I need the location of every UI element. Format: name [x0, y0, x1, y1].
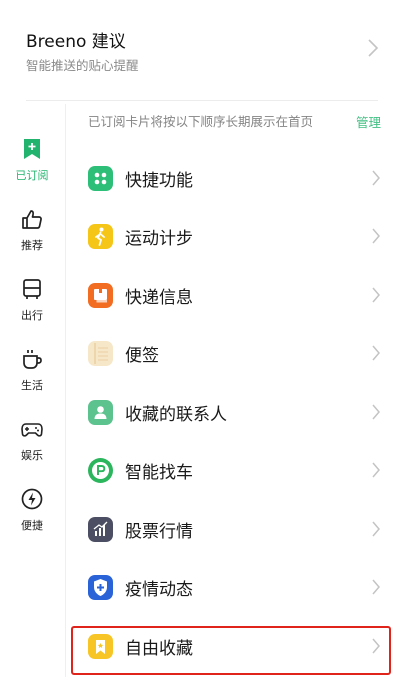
subscribed-card-list: 已订阅卡片将按以下顺序长期展示在首页 管理 快捷功能 运动计步 快递信息 便签 … — [66, 104, 406, 677]
parking-icon — [88, 458, 113, 483]
sidebar-item-label: 生活 — [21, 379, 43, 392]
thumbs-up-icon — [22, 210, 42, 229]
coffee-cup-icon — [23, 350, 42, 369]
card-label: 智能找车 — [125, 463, 193, 483]
chevron-right-icon — [372, 404, 380, 420]
divider — [26, 100, 378, 101]
card-subtitle: 智能推送的贴心提醒 — [26, 58, 139, 73]
card-row-notes[interactable]: 便签 — [66, 325, 406, 383]
card-label: 快捷功能 — [125, 171, 193, 191]
chevron-right-icon — [368, 39, 379, 57]
sidebar-item-travel[interactable]: 出行 — [0, 278, 64, 338]
shield-plus-icon — [88, 575, 113, 600]
card-row-stock-quotes[interactable]: 股票行情 — [66, 501, 406, 559]
chevron-right-icon — [372, 521, 380, 537]
card-row-find-car[interactable]: 智能找车 — [66, 442, 406, 500]
chevron-right-icon — [372, 579, 380, 595]
chevron-right-icon — [372, 462, 380, 478]
card-row-quick-function[interactable]: 快捷功能 — [66, 150, 406, 208]
category-sidebar: 已订阅 推荐 出行 生活 娱乐 便捷 — [0, 104, 66, 677]
card-label: 疫情动态 — [125, 580, 193, 600]
gamepad-icon — [21, 423, 43, 437]
selection-highlight — [71, 626, 391, 675]
sidebar-item-label: 娱乐 — [21, 449, 43, 462]
note-icon — [88, 341, 113, 366]
bus-icon — [23, 279, 41, 299]
order-notice: 已订阅卡片将按以下顺序长期展示在首页 — [88, 114, 314, 129]
quick-function-icon — [88, 166, 113, 191]
card-title: Breeno 建议 — [26, 32, 126, 52]
card-row-epidemic-updates[interactable]: 疫情动态 — [66, 559, 406, 617]
sidebar-item-label: 便捷 — [21, 519, 43, 532]
card-label: 股票行情 — [125, 522, 193, 542]
contact-icon — [88, 400, 113, 425]
card-label: 运动计步 — [125, 229, 193, 249]
sidebar-item-subscribed[interactable]: 已订阅 — [0, 138, 64, 198]
sidebar-item-label: 已订阅 — [15, 169, 49, 182]
bookmark-plus-icon — [24, 139, 40, 159]
chevron-right-icon — [372, 170, 380, 186]
sidebar-item-recommend[interactable]: 推荐 — [0, 208, 64, 268]
walking-icon — [88, 224, 113, 249]
chevron-right-icon — [372, 345, 380, 361]
card-label: 便签 — [125, 346, 159, 366]
sidebar-item-convenient[interactable]: 便捷 — [0, 488, 64, 548]
breeno-suggestion-card[interactable]: Breeno 建议 智能推送的贴心提醒 — [0, 0, 406, 104]
chevron-right-icon — [372, 228, 380, 244]
stock-chart-icon — [88, 517, 113, 542]
sidebar-item-entertainment[interactable]: 娱乐 — [0, 418, 64, 478]
package-icon — [88, 283, 113, 308]
card-label: 快递信息 — [125, 288, 193, 308]
lightning-icon — [21, 488, 43, 510]
card-label: 收藏的联系人 — [125, 405, 227, 425]
card-row-step-counter[interactable]: 运动计步 — [66, 208, 406, 266]
sidebar-item-label: 出行 — [21, 309, 43, 322]
sidebar-item-life[interactable]: 生活 — [0, 348, 64, 408]
manage-link[interactable]: 管理 — [356, 112, 381, 131]
card-row-favorite-contacts[interactable]: 收藏的联系人 — [66, 384, 406, 442]
sidebar-item-label: 推荐 — [21, 239, 43, 252]
chevron-right-icon — [372, 287, 380, 303]
card-row-express-delivery[interactable]: 快递信息 — [66, 267, 406, 325]
